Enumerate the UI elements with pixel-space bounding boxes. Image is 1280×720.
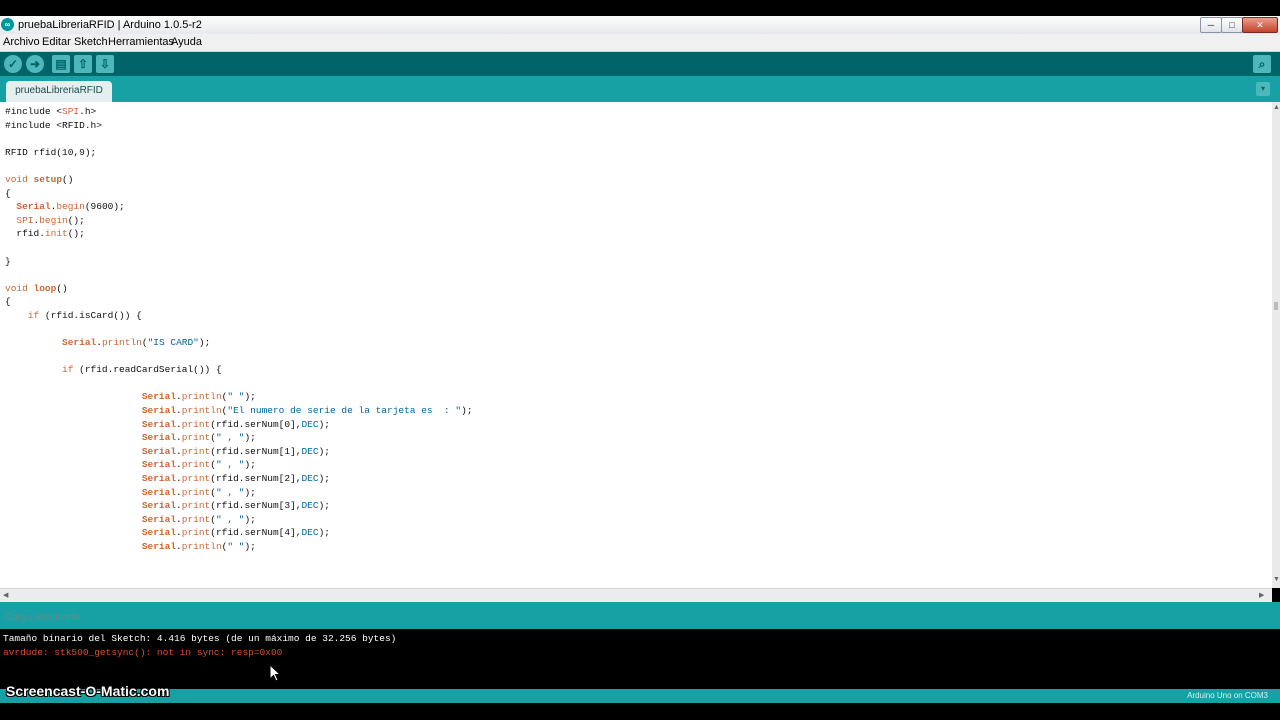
code-line[interactable]: {: [5, 296, 11, 307]
code-line[interactable]: rfid.init();: [5, 228, 84, 239]
open-sketch-icon[interactable]: ⇧: [74, 55, 92, 73]
title-bar: ∞ pruebaLibreriaRFID | Arduino 1.0.5-r2 …: [0, 16, 1280, 34]
close-button[interactable]: ✕: [1242, 17, 1278, 33]
code-line[interactable]: Serial.print(rfid.serNum[1],DEC);: [5, 446, 330, 457]
code-line[interactable]: #include <RFID.h>: [5, 120, 102, 131]
code-line[interactable]: if (rfid.isCard()) {: [5, 310, 142, 321]
status-message: Carga terminada.: [5, 612, 83, 623]
code-line[interactable]: SPI.begin();: [5, 215, 84, 226]
code-line[interactable]: Serial.print(rfid.serNum[3],DEC);: [5, 500, 330, 511]
code-line[interactable]: Serial.print(rfid.serNum[0],DEC);: [5, 419, 330, 430]
code-line[interactable]: Serial.begin(9600);: [5, 201, 124, 212]
menu-herramientas[interactable]: Herramientas: [108, 35, 174, 49]
scroll-thumb[interactable]: [1274, 302, 1278, 310]
horizontal-scrollbar[interactable]: ◀ ▶: [0, 588, 1272, 603]
menu-archivo[interactable]: Archivo: [3, 35, 40, 49]
code-line[interactable]: void setup(): [5, 174, 73, 185]
code-line[interactable]: Serial.print(" , ");: [5, 432, 256, 443]
code-line[interactable]: if (rfid.readCardSerial()) {: [5, 364, 222, 375]
console-error-line: avrdude: stk500_getsync(): not in sync: …: [3, 647, 283, 658]
tab-pruebalibreriarfid[interactable]: pruebaLibreriaRFID: [6, 81, 112, 102]
maximize-button[interactable]: □: [1221, 17, 1243, 33]
code-line[interactable]: Serial.print(" , ");: [5, 514, 256, 525]
save-sketch-icon[interactable]: ⇩: [96, 55, 114, 73]
scroll-left-icon[interactable]: ◀: [3, 591, 8, 599]
tab-bar: pruebaLibreriaRFID ▾: [0, 76, 1280, 102]
mouse-cursor-icon: [269, 664, 281, 682]
code-line[interactable]: Serial.println(" ");: [5, 391, 256, 402]
code-line[interactable]: Serial.println("El numero de serie de la…: [5, 405, 473, 416]
serial-monitor-icon[interactable]: ⌕: [1253, 55, 1271, 73]
code-line[interactable]: Serial.println("IS CARD");: [5, 337, 210, 348]
code-editor[interactable]: #include <SPI.h> #include <RFID.h> RFID …: [0, 102, 1272, 588]
code-line[interactable]: }: [5, 256, 11, 267]
code-line[interactable]: Serial.print(rfid.serNum[2],DEC);: [5, 473, 330, 484]
status-bar: Carga terminada.: [0, 602, 1280, 629]
code-line[interactable]: RFID rfid(10,9);: [5, 147, 96, 158]
menu-bar: Archivo Editar Sketch Herramientas Ayuda: [0, 34, 1280, 52]
scroll-down-icon[interactable]: ▼: [1273, 576, 1280, 583]
footer-bar: Arduino Uno on COM3: [0, 689, 1280, 703]
menu-ayuda[interactable]: Ayuda: [171, 35, 202, 49]
tab-menu-icon[interactable]: ▾: [1256, 82, 1270, 96]
window-title: pruebaLibreriaRFID | Arduino 1.0.5-r2: [18, 19, 202, 31]
board-port-info: Arduino Uno on COM3: [1187, 691, 1268, 700]
new-sketch-icon[interactable]: ▤: [52, 55, 70, 73]
vertical-scrollbar[interactable]: ▲ ▼: [1272, 102, 1280, 588]
scroll-up-icon[interactable]: ▲: [1273, 104, 1280, 111]
console-line: Tamaño binario del Sketch: 4.416 bytes (…: [3, 633, 397, 644]
code-line[interactable]: {: [5, 188, 11, 199]
verify-icon[interactable]: ✓: [4, 55, 22, 73]
console-output[interactable]: Tamaño binario del Sketch: 4.416 bytes (…: [0, 629, 1280, 689]
code-line[interactable]: void loop(): [5, 283, 68, 294]
code-line[interactable]: Serial.print(rfid.serNum[4],DEC);: [5, 527, 330, 538]
code-line[interactable]: Serial.print(" , ");: [5, 459, 256, 470]
code-line[interactable]: Serial.print(" , ");: [5, 487, 256, 498]
scroll-right-icon[interactable]: ▶: [1259, 591, 1264, 599]
toolbar: ✓ ➜ ▤ ⇧ ⇩ ⌕: [0, 52, 1280, 76]
arduino-icon: ∞: [1, 18, 14, 31]
code-line[interactable]: Serial.println(" ");: [5, 541, 256, 552]
menu-editar[interactable]: Editar: [42, 35, 71, 49]
watermark-text: Screencast-O-Matic.com: [6, 683, 170, 699]
minimize-button[interactable]: ─: [1200, 17, 1222, 33]
code-line[interactable]: #include <SPI.h>: [5, 106, 96, 117]
menu-sketch[interactable]: Sketch: [74, 35, 108, 49]
upload-icon[interactable]: ➜: [26, 55, 44, 73]
code-text[interactable]: #include <SPI.h> #include <RFID.h> RFID …: [5, 105, 473, 554]
